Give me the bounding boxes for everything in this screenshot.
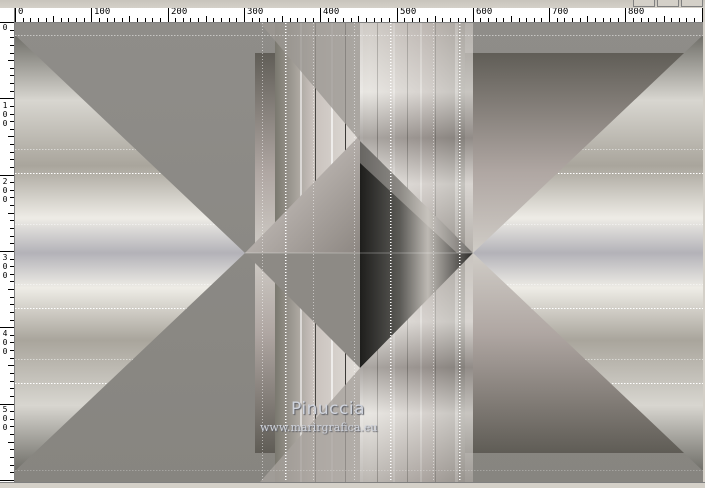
ruler-v-label: 1: [2, 101, 8, 110]
ruler-v-label: 0: [2, 414, 8, 423]
ruler-h-label: 500: [400, 8, 417, 17]
ruler-v-label: 5: [2, 405, 8, 414]
ruler-h-label: 300: [247, 8, 264, 17]
horizontal-ruler-ticks: [15, 8, 703, 22]
ruler-v-label: 0: [2, 338, 8, 347]
ruler-h-label: 100: [94, 8, 111, 17]
ruler-v-label: 2: [2, 177, 8, 186]
ruler-h-label: 600: [476, 8, 493, 17]
watermark-signature: Pinuccia: [291, 399, 365, 419]
ruler-v-label: 0: [2, 347, 8, 356]
watermark-url: www.marirgrafica.eu: [260, 421, 378, 434]
ruler-h-label: 200: [171, 8, 188, 17]
window-controls: [633, 0, 703, 7]
horizontal-ruler[interactable]: 0 100 200 300 400 500 600 700 800: [15, 8, 703, 23]
ruler-v-label: 4: [2, 329, 8, 338]
ruler-v-label: 0: [2, 110, 8, 119]
bottom-border: [0, 482, 705, 488]
ruler-v-label: 0: [2, 186, 8, 195]
ruler-h-label: 700: [552, 8, 569, 17]
top-dotted-edge: [15, 35, 703, 37]
ruler-v-label: 0: [2, 23, 8, 32]
ruler-h-label: 0: [18, 8, 24, 17]
window-title-strip: [0, 0, 705, 8]
vertical-ruler[interactable]: 0 1 0 0 2 0 0 3 0 0 4 0 0 5 0 0: [0, 22, 15, 482]
bottom-dotted-edge: [15, 469, 703, 471]
ruler-v-label: 0: [2, 262, 8, 271]
maximize-button[interactable]: [657, 0, 679, 7]
ruler-v-label: 0: [2, 119, 8, 128]
ruler-h-label: 800: [628, 8, 645, 17]
ruler-v-label: 0: [2, 195, 8, 204]
image-canvas[interactable]: Pinuccia www.marirgrafica.eu: [15, 23, 703, 482]
ruler-corner: [0, 8, 15, 23]
ruler-v-label: 0: [2, 271, 8, 280]
ruler-v-label: 0: [2, 423, 8, 432]
minimize-button[interactable]: [633, 0, 655, 7]
close-button[interactable]: [681, 0, 703, 7]
ruler-v-label: 3: [2, 253, 8, 262]
image-window: 0 100 200 300 400 500 600 700 800 0 1 0 …: [0, 0, 705, 488]
ruler-h-label: 400: [323, 8, 340, 17]
